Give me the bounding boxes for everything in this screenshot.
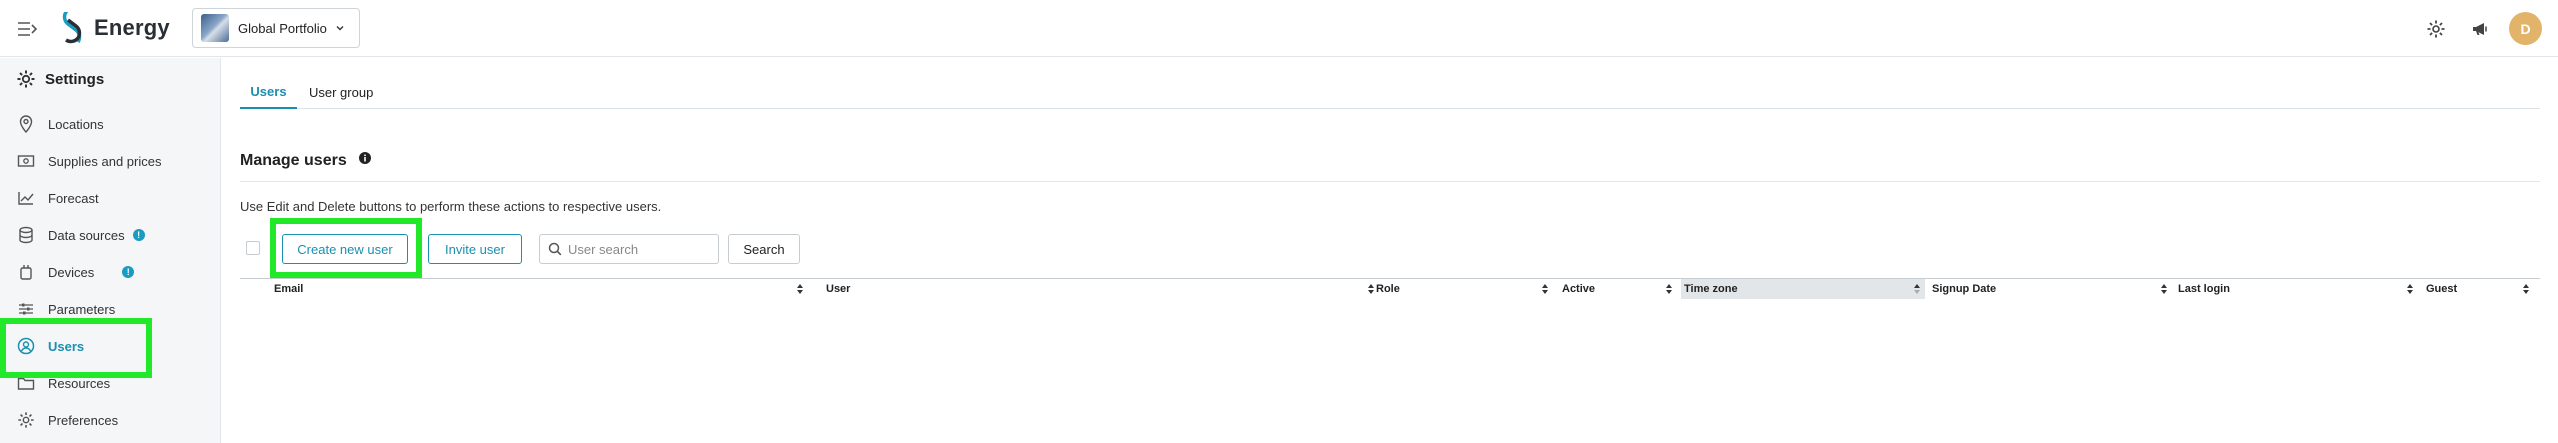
- user-search-input[interactable]: [568, 241, 708, 257]
- alert-badge: !: [132, 229, 145, 241]
- column-time-zone[interactable]: Time zone: [1681, 279, 1925, 299]
- page-title: Manage users: [240, 152, 347, 169]
- users-toolbar: Create new user Invite user Search: [240, 232, 840, 264]
- create-new-user-button[interactable]: Create new user: [282, 234, 408, 264]
- sidebar-item-label: Forecast: [48, 190, 99, 206]
- settings-heading-label: Settings: [45, 70, 105, 88]
- sidebar-item-preferences[interactable]: Preferences: [16, 406, 118, 434]
- sort-icon: [1666, 284, 1672, 294]
- user-circle-icon: [16, 336, 36, 356]
- tab-users[interactable]: Users: [240, 76, 297, 109]
- column-label: Email: [274, 283, 304, 295]
- logo-mark-icon: [62, 12, 82, 44]
- column-role[interactable]: Role: [1376, 279, 1553, 299]
- chart-line-icon: [16, 188, 36, 208]
- portfolio-name: Global Portfolio: [238, 20, 327, 36]
- info-icon[interactable]: [359, 152, 372, 164]
- chevron-down-icon: [336, 26, 344, 31]
- sidebar-item-locations[interactable]: Locations: [16, 110, 104, 138]
- users-table-header: Email User Role Active Time zone Signup …: [240, 278, 2540, 299]
- column-label: Active: [1562, 283, 1596, 295]
- invite-user-button[interactable]: Invite user: [428, 234, 522, 264]
- sort-icon: [2161, 284, 2167, 294]
- menu-toggle-icon[interactable]: [16, 18, 40, 40]
- sliders-icon: [16, 299, 36, 319]
- column-email[interactable]: Email: [274, 279, 808, 299]
- sidebar-item-label: Devices: [48, 264, 95, 280]
- column-last-login[interactable]: Last login: [2178, 279, 2418, 299]
- column-active[interactable]: Active: [1562, 279, 1677, 299]
- money-icon: [16, 151, 36, 171]
- sidebar-item-devices[interactable]: Devices !: [16, 258, 135, 286]
- column-label: Signup Date: [1932, 283, 1997, 295]
- column-label: Time zone: [1684, 283, 1738, 295]
- column-signup-date[interactable]: Signup Date: [1932, 279, 2172, 299]
- settings-gear-icon[interactable]: [2421, 14, 2451, 44]
- user-avatar[interactable]: D: [2509, 12, 2542, 45]
- column-label: Last login: [2178, 283, 2230, 295]
- sort-icon: [2523, 284, 2529, 294]
- sidebar-item-label: Data sources: [48, 227, 125, 243]
- column-label: Guest: [2426, 283, 2458, 295]
- tab-user-group[interactable]: User group: [309, 76, 373, 109]
- database-icon: [16, 225, 36, 245]
- sidebar-item-forecast[interactable]: Forecast: [16, 184, 99, 212]
- location-pin-icon: [16, 114, 36, 134]
- column-guest[interactable]: Guest: [2426, 279, 2534, 299]
- sidebar-item-users[interactable]: Users: [16, 332, 84, 360]
- sidebar-item-resources[interactable]: Resources: [16, 369, 110, 397]
- sidebar-item-label: Preferences: [48, 412, 119, 428]
- app-logo[interactable]: Energy: [56, 9, 170, 47]
- sort-icon: [1368, 284, 1374, 294]
- help-text: Use Edit and Delete buttons to perform t…: [240, 199, 662, 214]
- search-icon: [548, 242, 562, 256]
- sort-icon: [797, 284, 803, 294]
- settings-sidebar: Settings Locations Supplies and prices F…: [0, 58, 221, 443]
- gear-icon: [17, 70, 35, 88]
- sidebar-item-label: Supplies and prices: [48, 153, 162, 169]
- select-all-checkbox[interactable]: [246, 241, 260, 255]
- device-icon: [16, 262, 36, 282]
- alert-badge: !: [122, 266, 135, 278]
- top-bar: Energy Global Portfolio D: [0, 0, 2558, 57]
- column-label: Role: [1376, 283, 1400, 295]
- gear-icon: [16, 410, 36, 430]
- search-button[interactable]: Search: [728, 234, 800, 264]
- sort-icon: [2407, 284, 2413, 294]
- sidebar-item-label: Users: [48, 338, 85, 354]
- folder-icon: [16, 373, 36, 393]
- sidebar-item-label: Resources: [48, 375, 111, 391]
- sort-icon: [1542, 284, 1548, 294]
- portfolio-selector[interactable]: Global Portfolio: [192, 8, 360, 48]
- sort-ascending-icon: [1914, 284, 1920, 294]
- column-label: User: [826, 283, 851, 295]
- tab-bar: Users User group: [240, 76, 2540, 109]
- settings-heading: Settings: [16, 69, 104, 89]
- sidebar-item-label: Locations: [48, 116, 104, 132]
- portfolio-thumbnail: [201, 14, 229, 42]
- app-name: Energy: [94, 15, 170, 40]
- megaphone-icon[interactable]: [2465, 14, 2495, 44]
- user-search-box: [539, 234, 719, 264]
- sidebar-item-data-sources[interactable]: Data sources !: [16, 221, 145, 249]
- sidebar-item-label: Parameters: [48, 301, 116, 317]
- manage-users-header: Manage users: [240, 152, 2540, 182]
- sidebar-item-supplies[interactable]: Supplies and prices: [16, 147, 161, 175]
- column-user[interactable]: User: [826, 279, 1379, 299]
- sidebar-item-parameters[interactable]: Parameters: [16, 295, 115, 323]
